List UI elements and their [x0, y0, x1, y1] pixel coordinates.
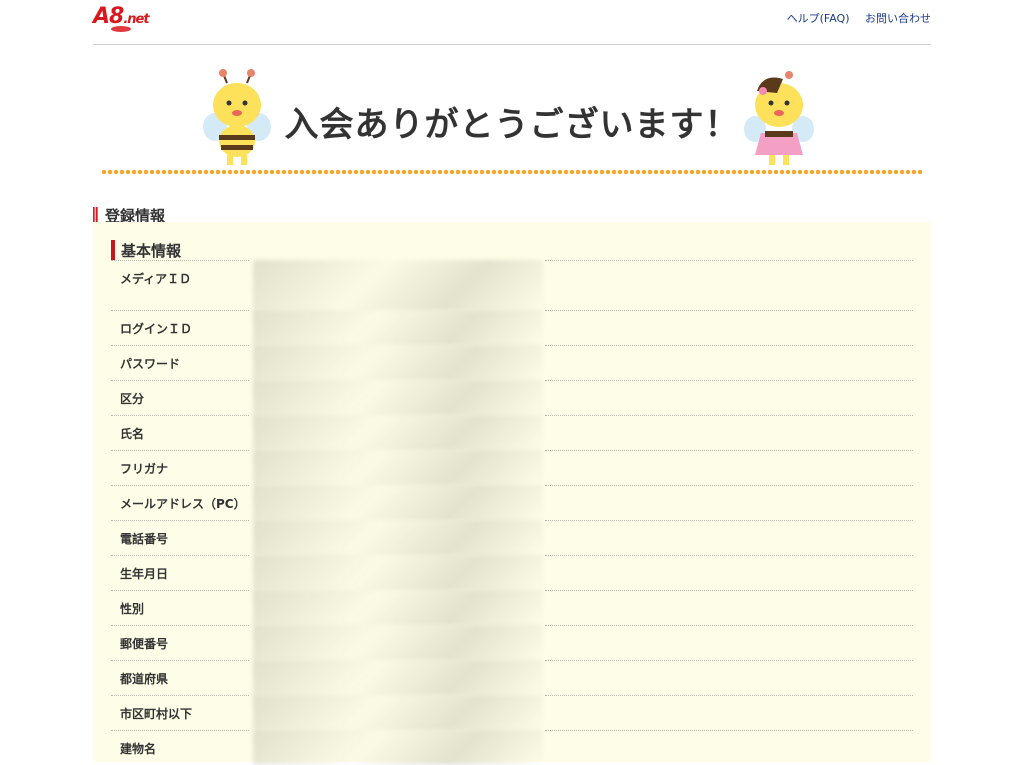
- redacted-value: [253, 730, 543, 765]
- redacted-value: [253, 260, 543, 310]
- row-label: メディアＩＤ: [120, 272, 192, 286]
- table-row: 郵便番号: [111, 625, 913, 660]
- table-row: 建物名: [111, 730, 913, 765]
- row-label: 市区町村以下: [120, 707, 193, 721]
- table-row: メディアＩＤ: [111, 260, 913, 310]
- table-row: 都道府県: [111, 660, 913, 695]
- table-row: フリガナ: [111, 450, 913, 485]
- redacted-value: [253, 590, 543, 625]
- table-row: 電話番号: [111, 520, 913, 555]
- row-label: 生年月日: [120, 567, 169, 581]
- redacted-value: [253, 555, 543, 590]
- row-label: 氏名: [120, 427, 145, 441]
- table-row: メールアドレス（PC）: [111, 485, 913, 520]
- redacted-value: [253, 695, 543, 730]
- table-row: 市区町村以下: [111, 695, 913, 730]
- row-label: 電話番号: [120, 532, 169, 546]
- table-row: パスワード: [111, 345, 913, 380]
- welcome-banner: 入会ありがとうございます！: [93, 45, 931, 175]
- registration-info-header: 登録情報: [93, 175, 931, 225]
- table-row: 生年月日: [111, 555, 913, 590]
- redacted-value: [253, 660, 543, 695]
- row-label: フリガナ: [120, 462, 169, 476]
- redacted-value: [253, 345, 543, 380]
- basic-info-title: 基本情報: [111, 240, 181, 261]
- redacted-value: [253, 485, 543, 520]
- subtitle-bar-icon: [111, 240, 115, 260]
- row-label: 郵便番号: [120, 637, 169, 651]
- site-header: A8.net ヘルプ(FAQ) お問い合わせ: [93, 0, 931, 45]
- row-label: メールアドレス（PC）: [120, 497, 246, 511]
- row-label: 都道府県: [120, 672, 169, 686]
- row-label: パスワード: [120, 357, 181, 371]
- table-row: 性別: [111, 590, 913, 625]
- redacted-value: [253, 310, 543, 345]
- row-label: 建物名: [120, 742, 157, 756]
- row-label: 区分: [120, 392, 145, 406]
- redacted-value: [253, 415, 543, 450]
- girl-bee-mascot-icon: [744, 71, 814, 165]
- a8-logo[interactable]: A8.net: [93, 2, 168, 34]
- table-row: 区分: [111, 380, 913, 415]
- table-row: 氏名: [111, 415, 913, 450]
- basic-info-panel: 基本情報 メディアＩＤ ログインＩＤ パスワード 区分 氏名 フリガナ メールア…: [93, 222, 931, 765]
- row-label: 性別: [120, 602, 145, 616]
- redacted-value: [253, 520, 543, 555]
- redacted-value: [253, 450, 543, 485]
- page: A8.net ヘルプ(FAQ) お問い合わせ 入会ありがとうございます！ 登録情…: [93, 0, 931, 765]
- header-links: ヘルプ(FAQ) お問い合わせ: [775, 10, 931, 26]
- redacted-value: [253, 380, 543, 415]
- help-faq-link[interactable]: ヘルプ(FAQ): [787, 12, 850, 25]
- table-row: ログインＩＤ: [111, 310, 913, 345]
- info-rows: メディアＩＤ ログインＩＤ パスワード 区分 氏名 フリガナ メールアドレス（P…: [111, 260, 913, 765]
- contact-link[interactable]: お問い合わせ: [865, 12, 931, 25]
- row-label: ログインＩＤ: [120, 322, 193, 336]
- redacted-value: [253, 625, 543, 660]
- logo-swoosh-icon: [111, 26, 131, 32]
